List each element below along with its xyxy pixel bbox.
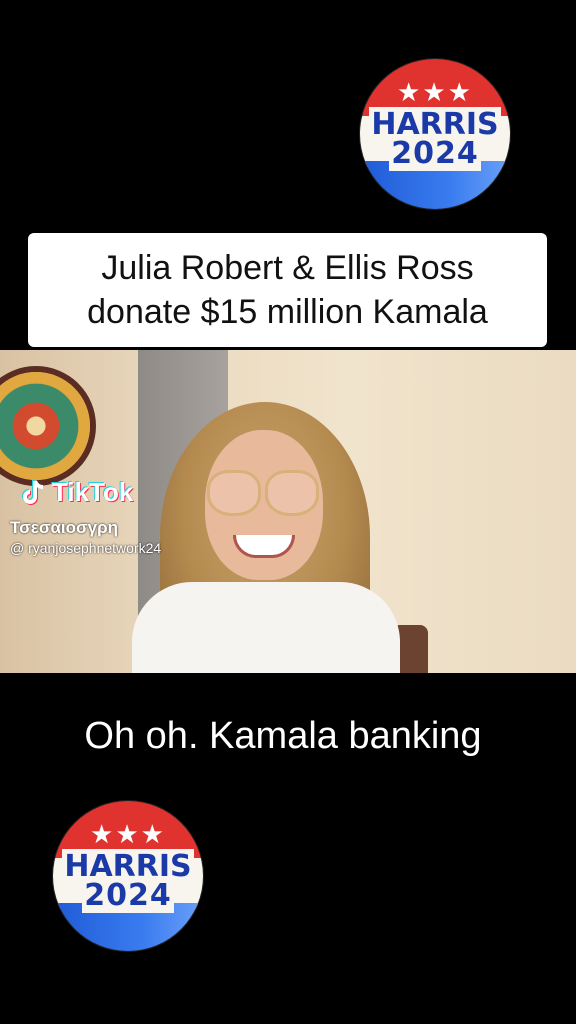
tiktok-watermark: TikTok	[18, 477, 133, 508]
badge-line2: 2024	[389, 135, 481, 171]
watermark-handle: @ ryanjosephnetwork24	[10, 540, 162, 556]
stars-icon: ★★★	[397, 76, 473, 107]
stars-icon: ★★★	[90, 818, 166, 849]
video-caption: Oh oh. Kamala banking	[84, 715, 482, 757]
tiktok-brand: TikTok	[52, 477, 134, 507]
person-shirt	[132, 582, 400, 673]
harris-2024-badge-top: ★★★ HARRIS 2024	[360, 59, 510, 209]
wall-artwork	[0, 372, 90, 480]
headline-line1: Julia Robert & Ellis Ross	[101, 249, 474, 287]
badge-line2: 2024	[82, 877, 174, 913]
watermark-overlap-text: Τσεσαιοσγρη	[10, 518, 118, 537]
glasses	[207, 470, 319, 516]
video-frame[interactable]	[0, 350, 576, 673]
headline-line2: donate $15 million Kamala	[87, 293, 488, 331]
headline-card: Julia Robert & Ellis Ross donate $15 mil…	[28, 233, 547, 347]
tiktok-logo-icon	[18, 478, 48, 508]
harris-2024-badge-bottom: ★★★ HARRIS 2024	[53, 801, 203, 951]
